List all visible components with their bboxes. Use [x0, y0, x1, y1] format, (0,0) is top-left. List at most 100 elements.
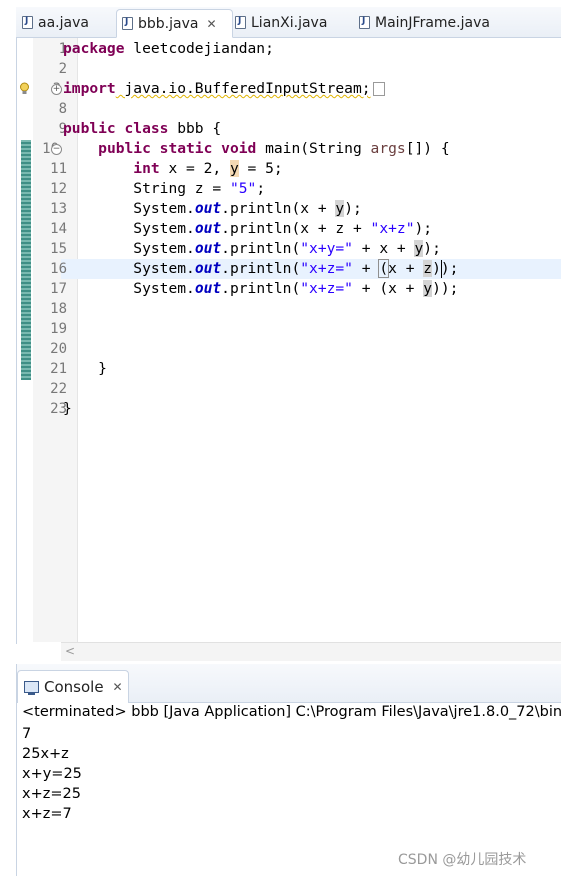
console-output-line: x+z=25	[22, 786, 81, 802]
quick-diff-change-bar	[21, 140, 31, 380]
code-text: .println(	[221, 260, 301, 277]
line-number: 2	[58, 61, 67, 77]
tab-label: Console	[44, 678, 104, 696]
close-icon[interactable]: ✕	[206, 17, 216, 31]
code-line-16: System.out.println("x+z=" + (x + z));	[63, 259, 458, 279]
line-number: 11	[50, 161, 67, 177]
code-line-11: int x = 2, y = 5;	[63, 159, 283, 179]
code-text: ));	[432, 260, 459, 277]
code-text: .println(	[221, 280, 301, 297]
tab-bbb-java[interactable]: bbb.java ✕	[116, 9, 233, 38]
code-text: .println(x +	[221, 200, 336, 217]
tab-label: aa.java	[38, 14, 89, 31]
console-header: <terminated> bbb [Java Application] C:\P…	[22, 704, 561, 720]
scroll-left-arrow-icon[interactable]: <	[65, 644, 75, 658]
code-text: ));	[432, 280, 459, 297]
string-literal: "x+z="	[300, 280, 353, 297]
code-text: x +	[388, 260, 424, 277]
fold-collapse-icon[interactable]: −	[51, 144, 62, 155]
java-file-icon	[359, 16, 370, 29]
keyword: import	[63, 80, 116, 97]
code-line-9: public class bbb {	[63, 119, 221, 139]
code-text: System.	[133, 200, 195, 217]
tab-aa-java[interactable]: aa.java	[22, 9, 89, 36]
code-text: System.	[133, 260, 195, 277]
line-number: 17	[50, 281, 67, 297]
code-text: String z =	[133, 180, 230, 197]
code-text: + (x +	[352, 280, 424, 297]
code-text: .println(	[221, 240, 301, 257]
occurrence-highlight: z	[423, 260, 433, 277]
folded-imports-marker[interactable]	[372, 82, 385, 96]
line-number: 18	[50, 301, 67, 317]
code-text: = 5;	[238, 160, 283, 177]
string-literal: "x+z="	[300, 260, 353, 277]
code-text: ;	[256, 180, 266, 197]
code-line-3: import java.io.BufferedInputStream;	[63, 79, 385, 99]
static-field: out	[194, 240, 222, 257]
keyword: int	[133, 160, 160, 177]
static-field: out	[194, 220, 222, 237]
console-output-line: x+y=25	[22, 766, 82, 782]
occurrence-highlight: y	[229, 160, 239, 177]
tab-label: bbb.java	[138, 15, 199, 32]
code-line-23: }	[63, 399, 72, 419]
code-line-10: public static void main(String args[]) {	[63, 139, 450, 159]
occurrence-highlight: y	[414, 240, 424, 257]
static-field: out	[194, 280, 222, 297]
code-text: +	[352, 260, 380, 277]
string-literal: "x+z"	[370, 220, 415, 237]
static-field: out	[194, 260, 222, 277]
code-text: );	[423, 240, 441, 257]
lightbulb-warning-icon[interactable]	[19, 82, 30, 95]
console-output-line: 7	[22, 726, 32, 742]
code-line-1: package leetcodejiandan;	[63, 39, 274, 59]
console-tab-bar: Console ✕	[17, 664, 561, 703]
code-text: }	[98, 360, 107, 377]
code-text: []) {	[405, 140, 450, 157]
watermark: CSDN @幼儿园技术	[398, 852, 527, 868]
tab-lianxi-java[interactable]: LianXi.java	[235, 9, 327, 36]
code-text: );	[414, 220, 433, 237]
text-cursor	[441, 260, 442, 278]
keyword: public class	[63, 120, 169, 137]
code-text: leetcodejiandan;	[124, 40, 274, 57]
line-number: 19	[50, 321, 67, 337]
tab-mainjframe-java[interactable]: MainJFrame.java	[359, 9, 490, 36]
close-icon[interactable]: ✕	[113, 680, 123, 694]
line-number: 22	[50, 381, 67, 397]
static-field: out	[194, 200, 222, 217]
keyword: package	[63, 40, 125, 57]
line-number: 8	[58, 101, 67, 117]
java-file-icon	[22, 16, 33, 29]
console-panel: Console ✕ <terminated> bbb [Java Applica…	[16, 664, 561, 876]
line-number: 14	[50, 221, 67, 237]
string-literal: "5"	[229, 180, 257, 197]
matching-bracket: (	[378, 259, 390, 278]
tab-label: LianXi.java	[251, 14, 328, 31]
editor-tab-bar: aa.java bbb.java ✕ LianXi.java MainJFram…	[16, 7, 561, 38]
code-text: );	[344, 200, 362, 217]
code-line-14: System.out.println(x + z + "x+z");	[63, 219, 432, 239]
code-editor[interactable]: 1 2 3 8 9 10 11 12 13 14 15 16 17 18 19 …	[16, 38, 561, 661]
line-number: 13	[50, 201, 67, 217]
keyword: public static void	[98, 140, 257, 157]
line-number: 1	[58, 41, 67, 57]
line-number: 20	[50, 341, 67, 357]
code-line-12: String z = "5";	[63, 179, 265, 199]
code-text: System.	[133, 280, 195, 297]
fold-expand-icon[interactable]: +	[51, 84, 62, 95]
code-line-17: System.out.println("x+z=" + (x + y));	[63, 279, 458, 299]
code-text: System.	[133, 240, 195, 257]
java-file-icon	[122, 17, 133, 30]
line-number: 12	[50, 181, 67, 197]
occurrence-highlight: y	[423, 280, 433, 297]
string-literal: "x+y="	[300, 240, 353, 257]
horizontal-scrollbar[interactable]: <	[61, 642, 561, 661]
line-number: 16	[50, 261, 67, 277]
line-number: 21	[50, 361, 67, 377]
line-number: 23	[50, 401, 67, 417]
tab-console[interactable]: Console ✕	[17, 670, 129, 703]
code-text: java.io.BufferedInputStream;	[115, 80, 371, 97]
line-number: 9	[58, 121, 67, 137]
